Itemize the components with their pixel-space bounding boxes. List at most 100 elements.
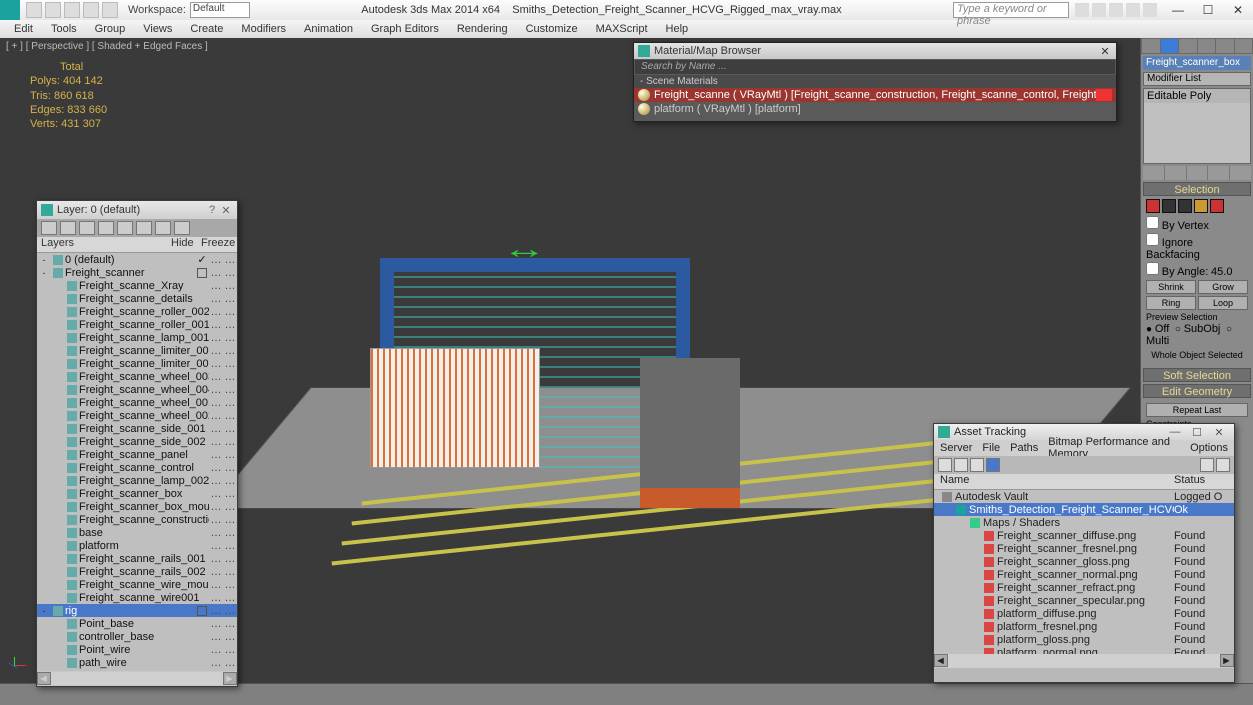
app-logo-icon[interactable] xyxy=(0,0,20,20)
asset-row[interactable]: Freight_scanner_normal.pngFound xyxy=(934,568,1234,581)
asset-status-icon[interactable] xyxy=(1200,458,1214,472)
tab-create-icon[interactable] xyxy=(1142,39,1160,53)
modifier-stack[interactable]: Editable Poly xyxy=(1143,88,1251,164)
freeze-toggle[interactable]: … xyxy=(223,462,237,474)
shrink-button[interactable]: Shrink xyxy=(1146,280,1196,294)
menu-create[interactable]: Create xyxy=(182,23,231,35)
hide-toggle[interactable]: … xyxy=(209,436,223,448)
hide-toggle[interactable]: … xyxy=(209,397,223,409)
hide-toggle[interactable]: … xyxy=(209,488,223,500)
hide-layer-icon[interactable] xyxy=(136,221,152,235)
tab-display-icon[interactable] xyxy=(1216,39,1234,53)
asset-row[interactable]: Smiths_Detection_Freight_Scanner_HCVG_Ri… xyxy=(934,503,1234,516)
material-row[interactable]: platform ( VRayMtl ) [platform] xyxy=(634,102,1116,116)
modifier-list-dropdown[interactable]: Modifier List xyxy=(1143,72,1251,86)
element-level-icon[interactable] xyxy=(1210,199,1224,213)
freeze-layer-icon[interactable] xyxy=(155,221,171,235)
menu-tools[interactable]: Tools xyxy=(43,23,85,35)
close-button[interactable]: ✕ xyxy=(1223,0,1253,20)
asset-menu-paths[interactable]: Paths xyxy=(1010,442,1038,454)
help-icon[interactable] xyxy=(1143,3,1157,17)
freeze-toggle[interactable]: … xyxy=(223,280,237,292)
asset-refresh-icon[interactable] xyxy=(970,458,984,472)
freeze-toggle[interactable]: … xyxy=(223,540,237,552)
asset-list[interactable]: Autodesk VaultLogged OSmiths_Detection_F… xyxy=(934,490,1234,654)
border-level-icon[interactable] xyxy=(1178,199,1192,213)
freeze-toggle[interactable]: … xyxy=(223,527,237,539)
hide-toggle[interactable]: … xyxy=(209,553,223,565)
vertex-level-icon[interactable] xyxy=(1146,199,1160,213)
stack-item-editable-poly[interactable]: Editable Poly xyxy=(1144,89,1250,103)
redo-icon[interactable] xyxy=(102,2,118,18)
menu-customize[interactable]: Customize xyxy=(518,23,586,35)
layer-row[interactable]: Freight_scanne_wheel_001…… xyxy=(37,396,237,409)
layers-help-icon[interactable]: ? xyxy=(205,204,219,216)
layer-row[interactable]: Freight_scanne_limiter_001…… xyxy=(37,344,237,357)
freeze-toggle[interactable]: … xyxy=(223,345,237,357)
layer-properties-icon[interactable] xyxy=(174,221,190,235)
layer-row[interactable]: Freight_scanne_rails_001…… xyxy=(37,552,237,565)
hide-toggle[interactable]: … xyxy=(209,566,223,578)
freeze-toggle[interactable]: … xyxy=(223,397,237,409)
asset-row[interactable]: Autodesk VaultLogged O xyxy=(934,490,1234,503)
asset-row[interactable]: Freight_scanner_diffuse.pngFound xyxy=(934,529,1234,542)
highlight-layer-icon[interactable] xyxy=(117,221,133,235)
hide-toggle[interactable]: … xyxy=(209,605,223,617)
move-gizmo-icon[interactable]: ↔ xyxy=(502,233,547,265)
layer-row[interactable]: -0 (default)✓…… xyxy=(37,253,237,266)
asset-close-icon[interactable]: ✕ xyxy=(1208,426,1230,439)
freeze-toggle[interactable]: … xyxy=(223,436,237,448)
layer-row[interactable]: Freight_scanne_panel…… xyxy=(37,448,237,461)
freeze-toggle[interactable]: … xyxy=(223,605,237,617)
freeze-toggle[interactable]: … xyxy=(223,566,237,578)
asset-menu-file[interactable]: File xyxy=(982,442,1000,454)
layer-row[interactable]: base…… xyxy=(37,526,237,539)
menu-rendering[interactable]: Rendering xyxy=(449,23,516,35)
exchange-icon[interactable] xyxy=(1109,3,1123,17)
rollout-selection-header[interactable]: Selection xyxy=(1143,182,1251,196)
asset-maximize-icon[interactable]: ☐ xyxy=(1186,426,1208,439)
make-unique-icon[interactable] xyxy=(1187,166,1208,180)
asset-row[interactable]: platform_gloss.pngFound xyxy=(934,633,1234,646)
freeze-toggle[interactable]: … xyxy=(223,306,237,318)
hide-toggle[interactable]: … xyxy=(209,449,223,461)
delete-layer-icon[interactable] xyxy=(60,221,76,235)
repeat-last-button[interactable]: Repeat Last xyxy=(1146,403,1248,417)
rollout-edit-geometry-header[interactable]: Edit Geometry xyxy=(1143,384,1251,398)
hide-toggle[interactable]: … xyxy=(209,657,223,669)
edge-level-icon[interactable] xyxy=(1162,199,1176,213)
freeze-toggle[interactable]: … xyxy=(223,358,237,370)
color-swatch[interactable] xyxy=(197,268,207,278)
hide-toggle[interactable]: … xyxy=(209,501,223,513)
freeze-toggle[interactable]: … xyxy=(223,332,237,344)
layer-row[interactable]: Freight_scanner_box_mount…… xyxy=(37,500,237,513)
hide-toggle[interactable]: … xyxy=(209,644,223,656)
menu-modifiers[interactable]: Modifiers xyxy=(233,23,294,35)
asset-row[interactable]: Freight_scanner_refract.pngFound xyxy=(934,581,1234,594)
layer-row[interactable]: Freight_scanne_wire001…… xyxy=(37,591,237,604)
hide-toggle[interactable]: … xyxy=(209,371,223,383)
hide-toggle[interactable]: … xyxy=(209,267,223,279)
minimize-button[interactable]: — xyxy=(1163,0,1193,20)
layers-list[interactable]: -0 (default)✓……-Freight_scanner…… Freight… xyxy=(37,253,237,671)
layer-row[interactable]: -Freight_scanner…… xyxy=(37,266,237,279)
material-browser-titlebar[interactable]: Material/Map Browser ✕ xyxy=(634,43,1116,59)
layer-row[interactable]: Freight_scanne_control…… xyxy=(37,461,237,474)
freeze-toggle[interactable]: … xyxy=(223,371,237,383)
add-to-layer-icon[interactable] xyxy=(79,221,95,235)
freeze-toggle[interactable]: … xyxy=(223,267,237,279)
hide-toggle[interactable]: … xyxy=(209,384,223,396)
layers-hscrollbar[interactable]: ◄► xyxy=(37,671,237,686)
layer-row[interactable]: Freight_scanne_limiter_002…… xyxy=(37,357,237,370)
search-icon[interactable] xyxy=(1075,3,1089,17)
asset-row[interactable]: platform_fresnel.pngFound xyxy=(934,620,1234,633)
asset-row[interactable]: Freight_scanner_gloss.pngFound xyxy=(934,555,1234,568)
material-search-input[interactable]: Search by Name ... xyxy=(635,60,1115,74)
layer-row[interactable]: Freight_scanne_roller_002…… xyxy=(37,305,237,318)
layers-panel-titlebar[interactable]: Layer: 0 (default) ? ✕ xyxy=(37,201,237,219)
hide-toggle[interactable]: … xyxy=(209,462,223,474)
layers-close-icon[interactable]: ✕ xyxy=(219,204,233,217)
menu-animation[interactable]: Animation xyxy=(296,23,361,35)
open-icon[interactable] xyxy=(45,2,61,18)
hide-toggle[interactable]: … xyxy=(209,254,223,266)
